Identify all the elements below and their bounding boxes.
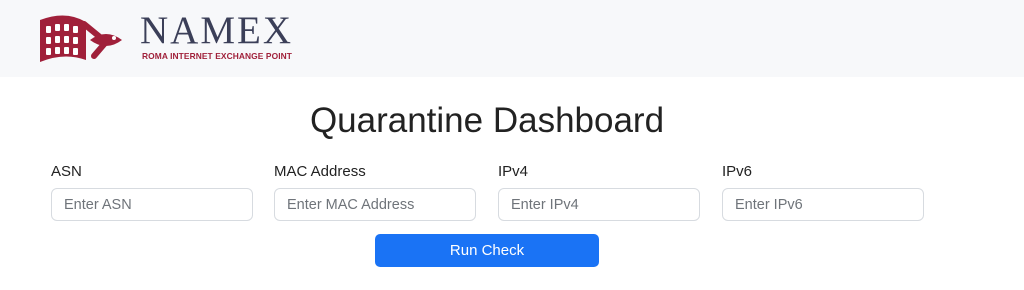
ipv6-field-group: IPv6 xyxy=(722,162,924,221)
asn-label: ASN xyxy=(51,163,82,180)
brand-name: NAMEX xyxy=(140,9,293,52)
mac-address-label: MAC Address xyxy=(274,163,366,180)
ipv6-label: IPv6 xyxy=(722,163,753,180)
page-title: Quarantine Dashboard xyxy=(309,101,665,140)
asn-input[interactable] xyxy=(51,188,253,221)
asn-field-group: ASN xyxy=(51,162,253,221)
site-header: NAMEX ROMA INTERNET EXCHANGE POINT xyxy=(0,0,1024,77)
brand-tagline: ROMA INTERNET EXCHANGE POINT xyxy=(142,51,292,61)
ipv4-field-group: IPv4 xyxy=(498,162,700,221)
ipv4-label: IPv4 xyxy=(498,163,529,180)
ipv6-input[interactable] xyxy=(722,188,924,221)
mac-address-field-group: MAC Address xyxy=(274,162,476,221)
ipv4-input[interactable] xyxy=(498,188,700,221)
namex-logo-icon[interactable] xyxy=(36,10,126,66)
run-check-button[interactable]: Run Check xyxy=(375,234,599,267)
mac-address-input[interactable] xyxy=(274,188,476,221)
